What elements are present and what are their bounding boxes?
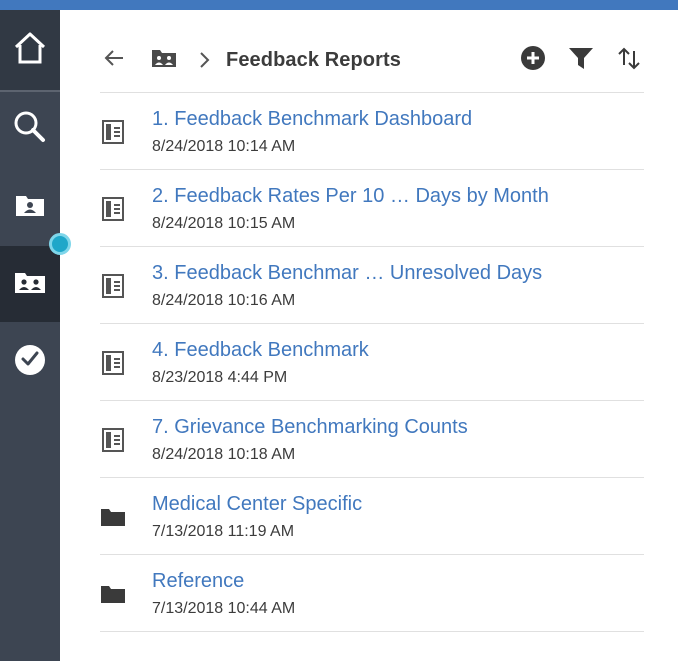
folder-icon — [100, 581, 126, 607]
sidebar-item-search[interactable] — [0, 92, 60, 166]
report-icon — [100, 427, 126, 453]
list-item[interactable]: 1. Feedback Benchmark Dashboard 8/24/201… — [100, 92, 644, 169]
breadcrumb-header: Feedback Reports — [100, 30, 644, 90]
item-name[interactable]: Reference — [152, 570, 244, 593]
item-name[interactable]: 4. Feedback Benchmark — [152, 339, 369, 362]
team-folder-icon — [151, 48, 177, 73]
report-icon — [100, 196, 126, 222]
sort-icon — [616, 45, 642, 76]
add-icon — [520, 45, 546, 76]
clock-icon — [13, 343, 47, 382]
item-name[interactable]: Medical Center Specific — [152, 493, 362, 516]
team-folder-icon — [14, 270, 46, 299]
item-date: 8/24/2018 10:14 AM — [152, 138, 296, 155]
filter-button[interactable] — [566, 45, 596, 75]
chevron-right-icon — [194, 46, 214, 74]
sort-button[interactable] — [614, 45, 644, 75]
search-icon — [12, 109, 48, 150]
folder-icon — [100, 504, 126, 530]
arrow-left-icon — [103, 47, 125, 74]
report-icon — [100, 273, 126, 299]
item-date: 7/13/2018 10:44 AM — [152, 600, 296, 617]
item-name[interactable]: 7. Grievance Benchmarking Counts — [152, 416, 468, 439]
item-name[interactable]: 3. Feedback Benchmar … Unresolved Days — [152, 262, 542, 285]
item-date: 8/24/2018 10:18 AM — [152, 446, 296, 463]
breadcrumb-team-folder[interactable] — [150, 46, 178, 74]
notification-badge — [49, 233, 71, 255]
item-date: 8/23/2018 4:44 PM — [152, 369, 288, 386]
item-date: 8/24/2018 10:15 AM — [152, 215, 296, 232]
sidebar-item-home[interactable] — [0, 10, 60, 92]
filter-icon — [568, 45, 594, 76]
report-icon — [100, 119, 126, 145]
list-item[interactable]: Reference 7/13/2018 10:44 AM — [100, 554, 644, 632]
list-item[interactable]: 7. Grievance Benchmarking Counts 8/24/20… — [100, 400, 644, 477]
top-accent-bar — [0, 0, 678, 10]
item-name[interactable]: 2. Feedback Rates Per 10 … Days by Month — [152, 185, 549, 208]
list-item[interactable]: 4. Feedback Benchmark 8/23/2018 4:44 PM — [100, 323, 644, 400]
home-icon — [12, 30, 48, 71]
item-name[interactable]: 1. Feedback Benchmark Dashboard — [152, 108, 472, 131]
report-icon — [100, 350, 126, 376]
sidebar-item-recent[interactable] — [0, 324, 60, 400]
list-item[interactable]: 2. Feedback Rates Per 10 … Days by Month… — [100, 169, 644, 246]
item-date: 7/13/2018 11:19 AM — [152, 523, 295, 540]
add-button[interactable] — [518, 45, 548, 75]
sidebar-item-team-content[interactable] — [0, 246, 60, 322]
content-list: 1. Feedback Benchmark Dashboard 8/24/201… — [100, 92, 644, 632]
sidebar — [0, 10, 60, 661]
back-button[interactable] — [100, 46, 128, 74]
user-folder-icon — [15, 192, 45, 223]
item-date: 8/24/2018 10:16 AM — [152, 292, 296, 309]
list-item[interactable]: 3. Feedback Benchmar … Unresolved Days 8… — [100, 246, 644, 323]
header-actions — [500, 45, 644, 75]
page-title: Feedback Reports — [226, 48, 401, 71]
sidebar-item-my-content[interactable] — [0, 168, 60, 246]
list-item[interactable]: Medical Center Specific 7/13/2018 11:19 … — [100, 477, 644, 554]
